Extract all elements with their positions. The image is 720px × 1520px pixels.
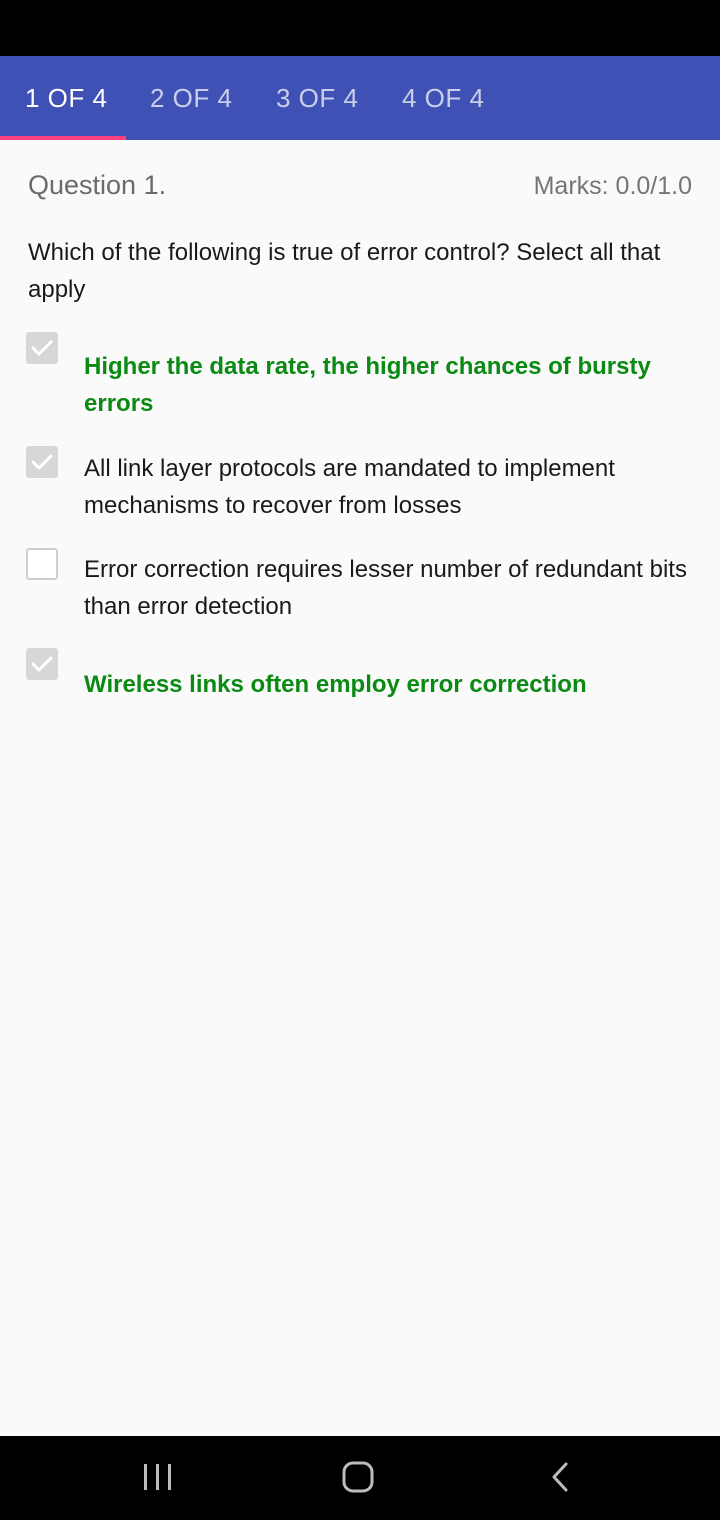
tab-question-3[interactable]: 3 OF 4 — [276, 56, 358, 140]
home-button[interactable] — [328, 1456, 388, 1500]
option-4-checkbox[interactable] — [26, 648, 58, 680]
tab-question-1[interactable]: 1 OF 4 — [25, 56, 107, 140]
back-icon — [552, 1462, 568, 1492]
question-text: Which of the following is true of error … — [28, 239, 661, 303]
question-content: Question 1. Marks: 0.0/1.0 Which of the … — [0, 140, 720, 1436]
option-2-label: All link layer protocols are mandated to… — [84, 455, 615, 519]
option-1-checkbox[interactable] — [26, 332, 58, 364]
system-navigation-bar — [0, 1436, 720, 1520]
question-title: Question 1. — [28, 170, 167, 200]
option-3-label: Error correction requires lesser number … — [84, 556, 687, 620]
tab-question-2[interactable]: 2 OF 4 — [150, 56, 232, 140]
marks-label: Marks: 0.0/1.0 — [533, 172, 692, 200]
question-tab-bar: 1 OF 4 2 OF 4 3 OF 4 4 OF 4 — [0, 56, 720, 140]
recents-button[interactable] — [128, 1456, 188, 1500]
home-icon — [342, 1461, 374, 1493]
tab-question-4[interactable]: 4 OF 4 — [402, 56, 484, 140]
check-icon — [31, 454, 53, 470]
back-button[interactable] — [530, 1456, 590, 1500]
option-2-checkbox[interactable] — [26, 446, 58, 478]
check-icon — [31, 656, 53, 672]
option-1-label: Higher the data rate, the higher chances… — [84, 353, 651, 417]
status-bar — [0, 0, 720, 56]
recents-icon — [144, 1464, 171, 1490]
option-3-checkbox[interactable] — [26, 548, 58, 580]
check-icon — [31, 340, 53, 356]
option-4-label: Wireless links often employ error correc… — [84, 671, 587, 698]
